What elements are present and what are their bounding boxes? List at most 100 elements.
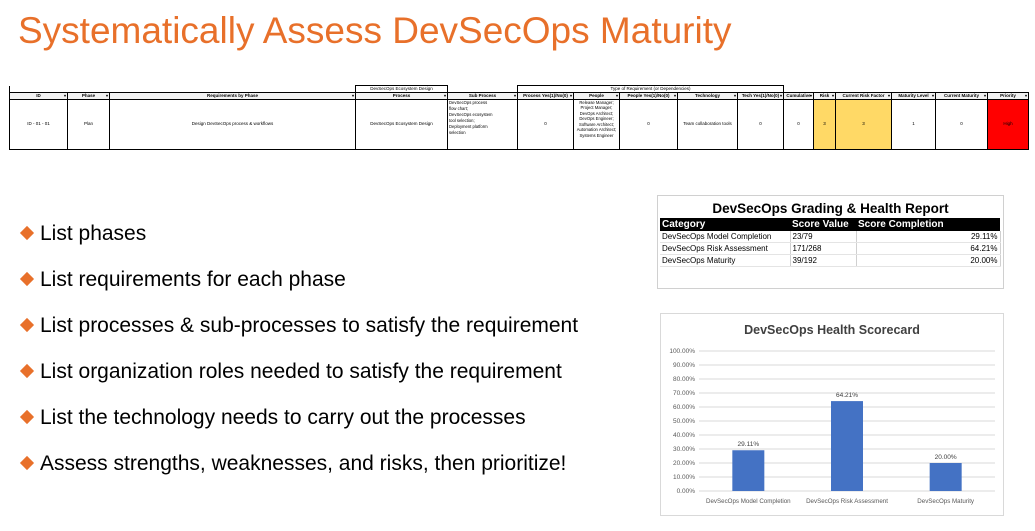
cell-maturity-level[interactable]: 1 [891,98,936,150]
data-label: 29.11% [738,441,760,448]
cell-cumulative[interactable]: 0 [783,98,814,150]
table-row[interactable]: ID - 01 - 01 Plan Design DevSecOps proce… [9,98,1030,150]
filter-dropdown-icon[interactable]: ▾ [674,93,676,98]
slide-title: Systematically Assess DevSecOps Maturity [18,10,732,51]
filter-dropdown-icon[interactable]: ▾ [1025,93,1027,98]
cell-id[interactable]: ID - 01 - 01 [9,98,68,150]
report-score-value: 23/79 [790,231,857,243]
bullet-item: List phases [19,222,146,246]
diamond-bullet-icon [19,225,35,241]
filter-dropdown-icon[interactable]: ▾ [780,93,782,98]
y-tick-label: 60.00% [673,404,695,411]
diamond-bullet-icon [19,317,35,333]
column-header-sub-process[interactable]: Sub Process ▾ [447,91,518,100]
data-label: 64.21% [836,392,858,399]
column-header-technology[interactable]: Technology ▾ [677,91,738,100]
column-header-phase[interactable]: Phase ▾ [67,91,110,100]
health-report-table: DevSecOps Grading & Health Report Catego… [657,195,1004,289]
cell-people[interactable]: Release Manager; Project Manager; DevOps A… [573,98,620,150]
data-label: 20.00% [935,454,957,461]
y-tick-label: 90.00% [673,362,695,369]
cell-current-risk-factor[interactable]: 3 [835,98,892,150]
y-tick-label: 40.00% [673,432,695,439]
cell-current-maturity[interactable]: 0 [935,98,988,150]
column-header-people-yes-no[interactable]: People Yes(1)/No(0) ▾ [619,91,678,100]
bar [929,463,962,491]
column-header-current-maturity[interactable]: Current Maturity ▾ [935,91,988,100]
report-header-score-completion: Score Completion [856,218,1000,231]
bullet-item: List processes & sub-processes to satisf… [19,314,578,338]
column-header-current-risk-factor[interactable]: Current Risk Factor ▾ [835,91,892,100]
filter-dropdown-icon[interactable]: ▾ [984,93,986,98]
table-row: DevSecOps Risk Assessment 171/268 64.21% [660,242,1001,255]
filter-dropdown-icon[interactable]: ▾ [106,93,108,98]
report-completion: 29.11% [856,231,1001,243]
requirements-sheet: DevSecOps Ecosystem Design Type of Requi… [9,85,1030,150]
filter-dropdown-icon[interactable]: ▾ [932,93,934,98]
bar [831,401,863,491]
cell-process-yes-no[interactable]: 0 [517,98,574,150]
y-tick-label: 100.00% [669,348,695,355]
cell-people-yes-no[interactable]: 0 [619,98,678,150]
column-header-requirements[interactable]: Requirements by Phase ▾ [109,91,356,100]
filter-dropdown-icon[interactable]: ▾ [352,93,354,98]
filter-dropdown-icon[interactable]: ▾ [514,93,516,98]
diamond-bullet-icon [19,271,35,287]
bullet-item: List organization roles needed to satisf… [19,360,562,384]
bullet-item: Assess strengths, weaknesses, and risks,… [19,452,566,476]
bullet-item: List the technology needs to carry out t… [19,406,526,430]
column-header-priority[interactable]: Priority ▾ [986,91,1030,100]
column-header-process-yes-no[interactable]: Process Yes(1)/No(0) ▾ [517,91,574,100]
diamond-bullet-icon [19,455,35,471]
y-tick-label: 20.00% [673,460,695,467]
column-header-tech-yes-no[interactable]: Tech Yes(1)/No(0) ▾ [737,91,784,100]
filter-dropdown-icon[interactable]: ▾ [832,93,834,98]
y-tick-label: 30.00% [673,446,695,453]
report-header-score-value: Score Value [790,218,856,231]
filter-dropdown-icon[interactable]: ▾ [570,93,572,98]
cell-technology[interactable]: Team collaboration tools [677,98,738,150]
report-completion: 64.21% [856,242,1001,255]
cell-requirement[interactable]: Design DevSecOps process & workflows [109,98,356,150]
bar [732,450,765,491]
x-tick-label: DevSecOps Risk Assessment [806,498,888,505]
column-header-cumulative[interactable]: Cumulative ▾ [783,91,814,100]
table-row: DevSecOps Model Completion 23/79 29.11% [660,231,1001,243]
filter-dropdown-icon[interactable]: ▾ [888,93,890,98]
column-header-risk[interactable]: Risk ▾ [813,91,836,100]
x-tick-label: DevSecOps Model Completion [706,498,791,505]
report-category: DevSecOps Maturity [660,254,791,267]
report-score-value: 39/192 [790,254,857,267]
report-category: DevSecOps Risk Assessment [660,242,791,255]
report-category: DevSecOps Model Completion [660,231,791,243]
cell-tech-yes-no[interactable]: 0 [737,98,784,150]
filter-dropdown-icon[interactable]: ▾ [810,93,812,98]
filter-dropdown-icon[interactable]: ▾ [734,93,736,98]
health-scorecard-chart: DevSecOps Health Scorecard 0.00% 10.00% 20… [660,313,1004,516]
y-tick-label: 10.00% [673,474,695,481]
chart-plot: 0.00% 10.00% 20.00% 30.00% 40.00% 50.00% 60.00… [669,348,995,505]
column-header-process[interactable]: Process ▾ [355,91,448,100]
cell-sub-process[interactable]: DevSecOps process flow chart; DevSecOps ec… [447,98,518,150]
diamond-bullet-icon [19,363,35,379]
column-header-id[interactable]: ID ▾ [9,91,68,100]
filter-dropdown-icon[interactable]: ▾ [64,93,66,98]
report-header-category: Category [660,218,790,231]
cell-process[interactable]: DevSecOps Ecosystem Design [355,98,448,150]
y-tick-label: 0.00% [677,488,696,495]
x-tick-label: DevSecOps Maturity [917,498,975,505]
y-tick-label: 80.00% [673,376,695,383]
filter-dropdown-icon[interactable]: ▾ [444,93,446,98]
y-tick-label: 70.00% [673,390,695,397]
cell-phase[interactable]: Plan [67,98,110,150]
cell-risk[interactable]: 3 [813,98,836,150]
filter-dropdown-icon[interactable]: ▾ [616,93,618,98]
bullet-item: List requirements for each phase [19,268,346,292]
cell-priority[interactable]: High [986,98,1030,150]
report-score-value: 171/268 [790,242,857,255]
report-title: DevSecOps Grading & Health Report [712,201,949,216]
column-header-maturity-level[interactable]: Maturity Level ▾ [891,91,936,100]
table-row: DevSecOps Maturity 39/192 20.00% [660,254,1001,267]
y-tick-label: 50.00% [673,418,695,425]
column-header-people[interactable]: People ▾ [573,91,620,100]
